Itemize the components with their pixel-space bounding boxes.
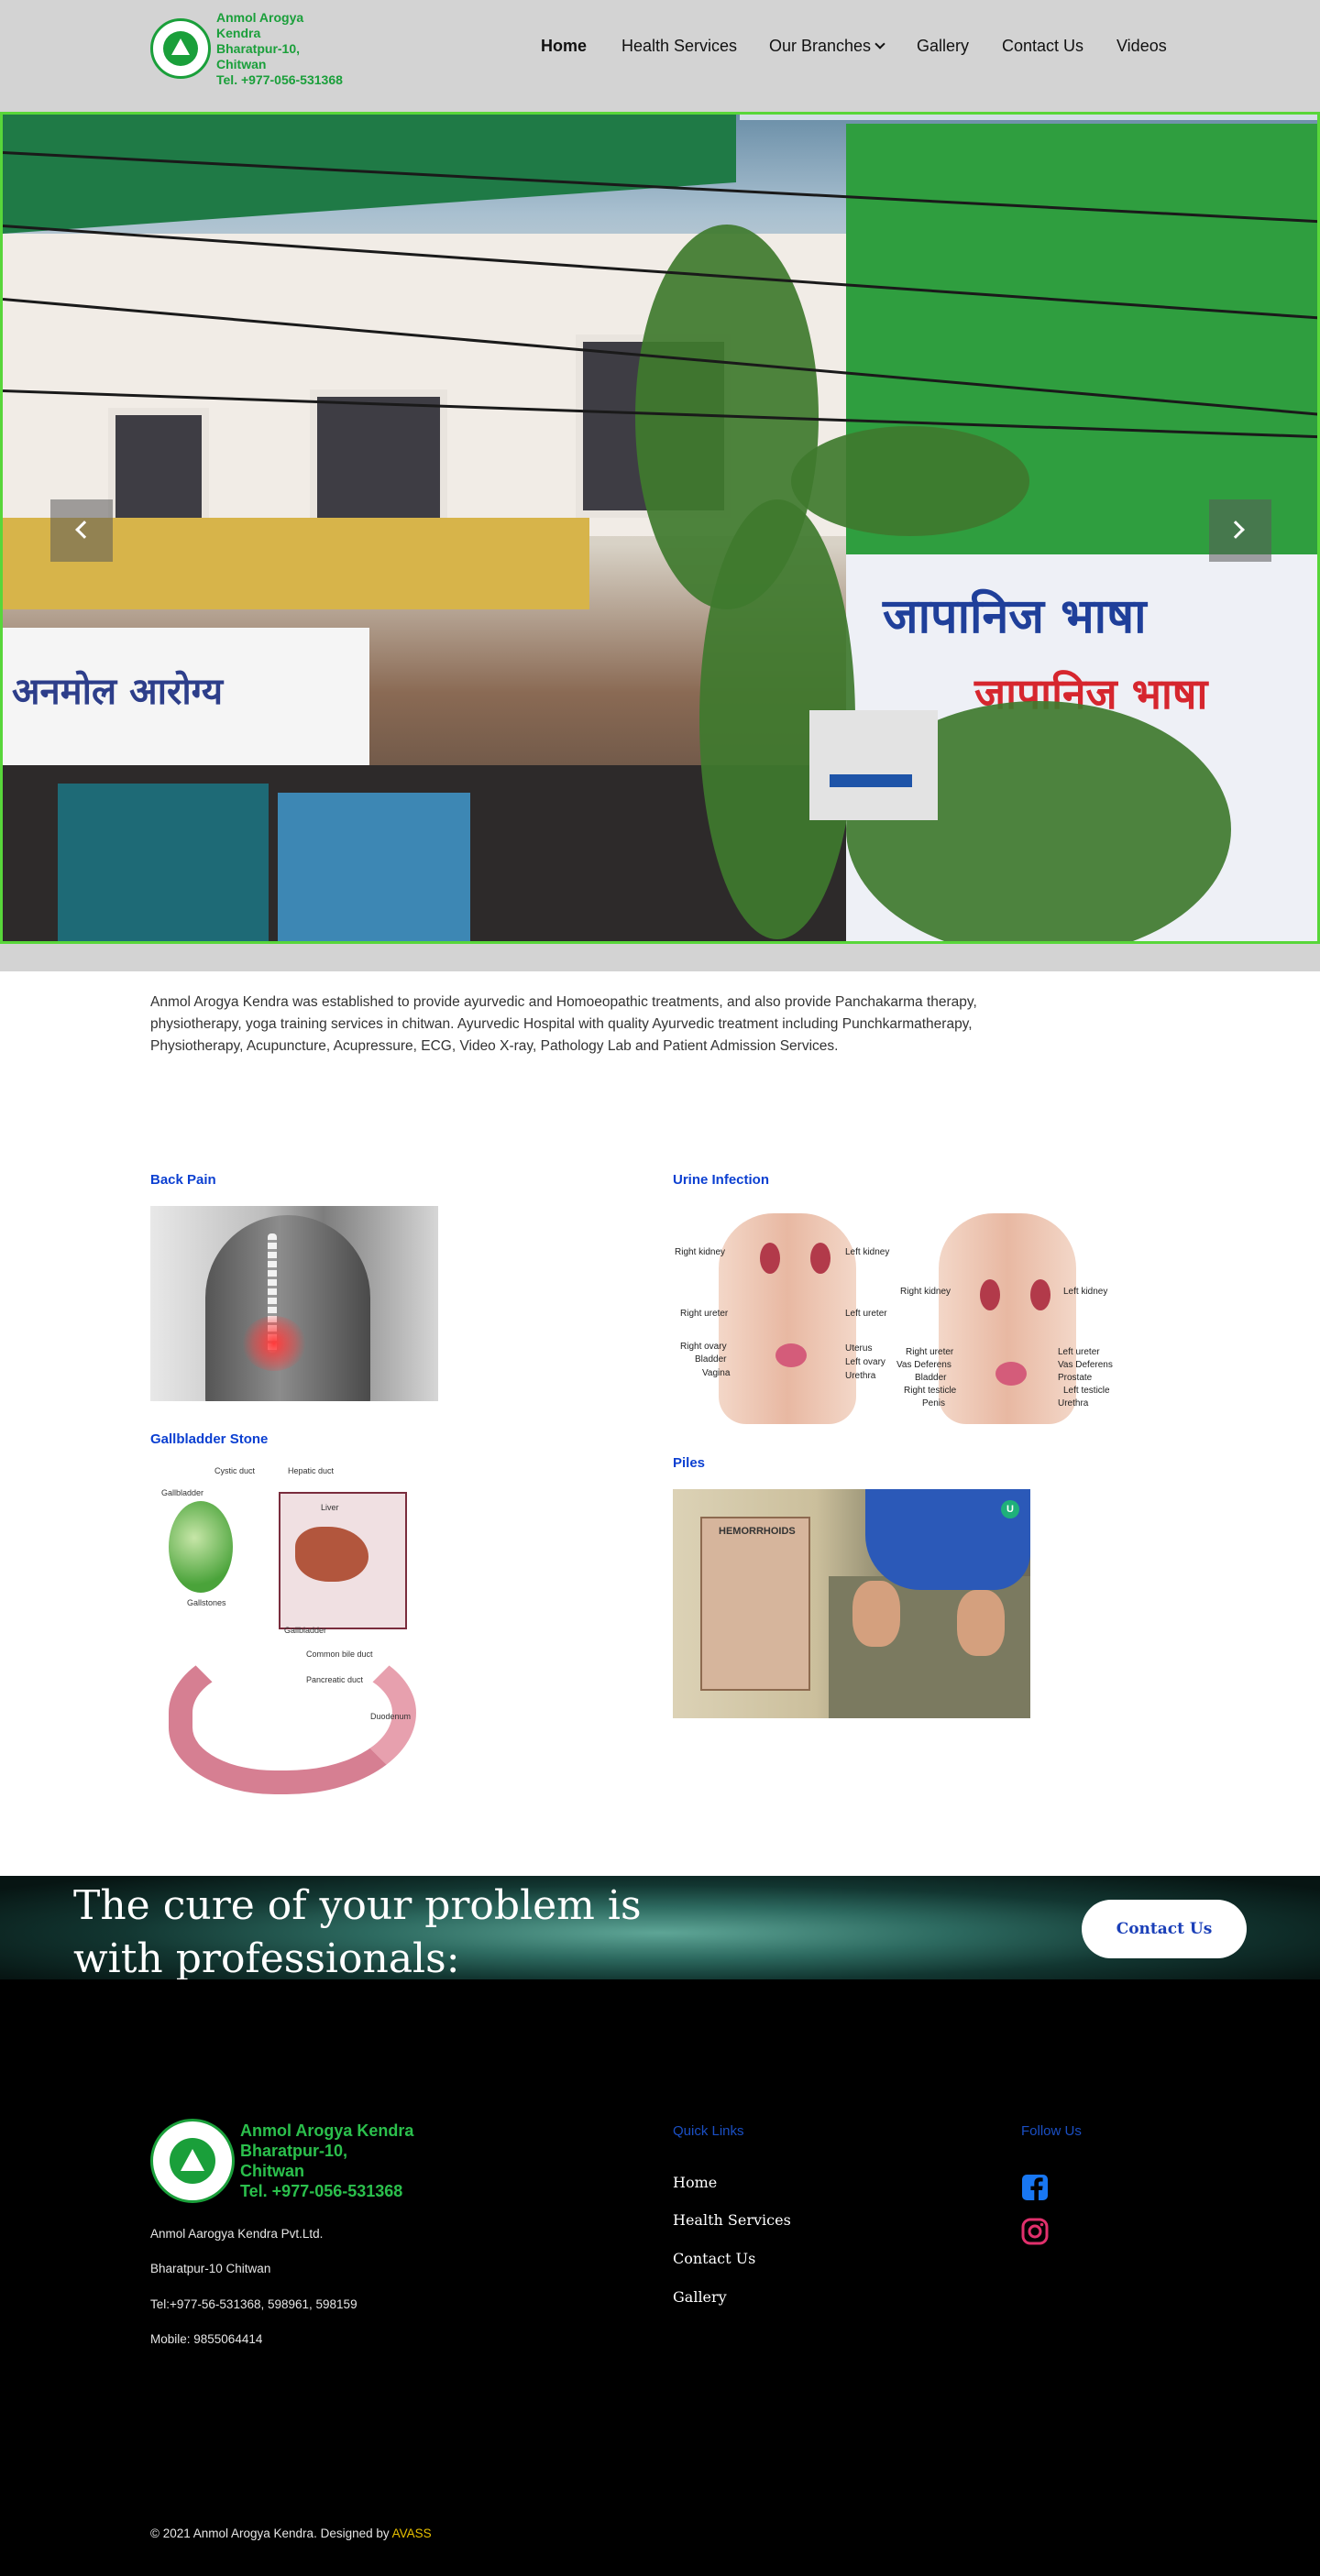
label-right-ovary: Right ovary bbox=[680, 1342, 727, 1352]
label-right-ureter-m: Right ureter bbox=[906, 1347, 954, 1357]
label-right-kidney-m: Right kidney bbox=[900, 1287, 952, 1297]
label-right-ureter: Right ureter bbox=[680, 1309, 729, 1319]
footer-company: Anmol Aarogya Kendra Pvt.Ltd. bbox=[150, 2227, 324, 2241]
gallbladder-stone-image[interactable]: Cystic duct Hepatic duct Gallbladder Liv… bbox=[150, 1464, 424, 1802]
cta-heading-line2: with professionals: bbox=[73, 1935, 460, 1982]
chevron-down-icon bbox=[874, 38, 886, 49]
slider-prev-button[interactable] bbox=[50, 499, 113, 562]
footer-logo-text: Anmol Arogya Kendra Bharatpur-10, Chitwa… bbox=[240, 2121, 416, 2201]
label-left-ureter: Left ureter bbox=[845, 1309, 887, 1319]
label-penis: Penis bbox=[922, 1398, 946, 1409]
label-vas-deferens-2: Vas Deferens bbox=[1058, 1360, 1113, 1370]
label-left-testicle: Left testicle bbox=[1063, 1386, 1110, 1396]
footer-tel: Tel:+977-56-531368, 598961, 598159 bbox=[150, 2297, 358, 2311]
site-header: Anmol Arogya Kendra Bharatpur-10, Chitwa… bbox=[0, 0, 1320, 112]
piles-image-title: HEMORRHOIDS bbox=[719, 1526, 796, 1537]
label-common-bile-duct: Common bile duct bbox=[306, 1650, 373, 1659]
label-left-ureter-m: Left ureter bbox=[1058, 1347, 1100, 1357]
hero-section: अनमोल आरोग्य जापानिज भाषा जापानिज भाषा bbox=[0, 112, 1320, 971]
label-right-kidney: Right kidney bbox=[675, 1247, 726, 1257]
hero-slide-image: अनमोल आरोग्य जापानिज भाषा जापानिज भाषा bbox=[0, 112, 1320, 944]
hero-sign-white: अनमोल आरोग्य bbox=[3, 628, 369, 765]
label-duodenum: Duodenum bbox=[370, 1712, 412, 1721]
label-urethra-m: Urethra bbox=[1058, 1398, 1089, 1409]
footer-link-contact-us[interactable]: Contact Us bbox=[673, 2250, 755, 2267]
hero-sign-text: अनमोल आरोग्य bbox=[12, 671, 224, 713]
label-uterus: Uterus bbox=[845, 1343, 873, 1354]
hero-shop-teal bbox=[58, 784, 269, 941]
condition-title-gallbladder-stone[interactable]: Gallbladder Stone bbox=[150, 1431, 268, 1447]
label-left-ovary: Left ovary bbox=[845, 1357, 886, 1367]
nav-our-branches-label: Our Branches bbox=[769, 37, 872, 55]
label-gallbladder: Gallbladder bbox=[161, 1488, 204, 1497]
footer-mobile: Mobile: 9855064414 bbox=[150, 2332, 263, 2346]
hero-direction-sign bbox=[809, 710, 938, 820]
condition-title-urine-infection[interactable]: Urine Infection bbox=[673, 1172, 769, 1188]
chevron-left-icon bbox=[75, 521, 94, 539]
label-left-kidney: Left kidney bbox=[845, 1247, 890, 1257]
logo-line-phone: Tel. +977-056-531368 bbox=[216, 71, 343, 87]
hero-window bbox=[108, 408, 209, 527]
condition-title-back-pain[interactable]: Back Pain bbox=[150, 1172, 216, 1188]
footer-address: Bharatpur-10 Chitwan bbox=[150, 2262, 271, 2275]
follow-us-heading: Follow Us bbox=[1021, 2123, 1082, 2139]
hero-shop-blue bbox=[278, 793, 470, 941]
label-bladder: Bladder bbox=[695, 1354, 727, 1365]
footer-logo-line-name: Anmol Arogya Kendra bbox=[240, 2121, 414, 2140]
logo-seal-icon bbox=[150, 2119, 235, 2203]
designer-link[interactable]: AVASS bbox=[392, 2527, 432, 2540]
label-right-testicle: Right testicle bbox=[904, 1386, 957, 1396]
slider-next-button[interactable] bbox=[1209, 499, 1271, 562]
hero-window bbox=[310, 389, 447, 527]
footer-logo-line-address: Bharatpur-10, Chitwan bbox=[240, 2142, 348, 2180]
urine-infection-image[interactable]: Right kidney Left kidney Right ureter Le… bbox=[673, 1206, 1113, 1426]
site-footer: Anmol Arogya Kendra Bharatpur-10, Chitwa… bbox=[0, 1979, 1320, 2576]
cta-heading: The cure of your problem is with profess… bbox=[73, 1880, 642, 1986]
footer-link-gallery[interactable]: Gallery bbox=[673, 2288, 727, 2306]
nav-gallery[interactable]: Gallery bbox=[917, 37, 969, 56]
label-hepatic-duct: Hepatic duct bbox=[288, 1466, 335, 1475]
label-pancreatic-duct: Pancreatic duct bbox=[306, 1675, 364, 1684]
contact-us-button[interactable]: Contact Us bbox=[1082, 1900, 1247, 1958]
label-left-kidney-m: Left kidney bbox=[1063, 1287, 1108, 1297]
copyright: © 2021 Anmol Arogya Kendra. Designed by … bbox=[150, 2527, 432, 2540]
facebook-icon[interactable] bbox=[1021, 2174, 1049, 2201]
nav-contact-us[interactable]: Contact Us bbox=[1002, 37, 1084, 56]
cta-banner: The cure of your problem is with profess… bbox=[0, 1876, 1320, 1982]
label-gallstones: Gallstones bbox=[187, 1598, 226, 1607]
hero-vine bbox=[791, 426, 1029, 536]
piles-image[interactable]: HEMORRHOIDS U bbox=[673, 1489, 1030, 1718]
label-prostate: Prostate bbox=[1058, 1373, 1093, 1383]
nav-health-services[interactable]: Health Services bbox=[622, 37, 737, 56]
label-bladder-m: Bladder bbox=[915, 1373, 947, 1383]
brand-badge-icon: U bbox=[1001, 1500, 1019, 1518]
cta-heading-line1: The cure of your problem is bbox=[73, 1882, 642, 1929]
label-urethra: Urethra bbox=[845, 1371, 876, 1381]
label-vas-deferens: Vas Deferens bbox=[896, 1360, 952, 1370]
nav-home[interactable]: Home bbox=[541, 37, 587, 56]
instagram-icon[interactable] bbox=[1021, 2218, 1049, 2245]
footer-logo[interactable]: Anmol Arogya Kendra Bharatpur-10, Chitwa… bbox=[150, 2117, 416, 2205]
back-pain-image[interactable] bbox=[150, 1206, 438, 1401]
condition-title-piles[interactable]: Piles bbox=[673, 1455, 705, 1471]
slide-progress bbox=[740, 115, 1317, 120]
main-nav: Home Health Services Our Branches Galler… bbox=[0, 37, 1320, 59]
nav-our-branches[interactable]: Our Branches bbox=[769, 37, 886, 56]
footer-link-health-services[interactable]: Health Services bbox=[673, 2211, 791, 2229]
footer-logo-line-phone: Tel. +977-056-531368 bbox=[240, 2182, 403, 2200]
label-gallbladder-2: Gallbladder bbox=[284, 1626, 327, 1635]
chevron-right-icon bbox=[1226, 521, 1245, 539]
copyright-text: © 2021 Anmol Arogya Kendra. Designed by bbox=[150, 2527, 392, 2540]
label-liver: Liver bbox=[321, 1503, 339, 1512]
hero-sign-blue-text: जापानिज भाषा bbox=[883, 589, 1147, 644]
label-cystic-duct: Cystic duct bbox=[214, 1466, 256, 1475]
quick-links-heading: Quick Links bbox=[673, 2123, 744, 2139]
nav-videos[interactable]: Videos bbox=[1116, 37, 1167, 56]
intro-paragraph: Anmol Arogya Kendra was established to p… bbox=[150, 994, 977, 1054]
label-vagina: Vagina bbox=[702, 1368, 731, 1378]
footer-link-home[interactable]: Home bbox=[673, 2174, 717, 2191]
